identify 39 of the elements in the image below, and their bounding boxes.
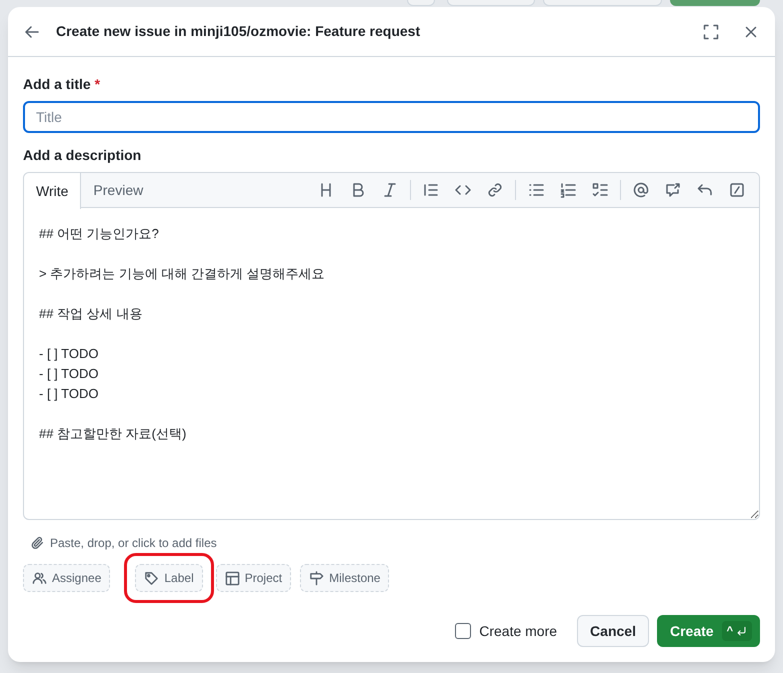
milestone-button[interactable]: Milestone [300, 564, 390, 592]
editor-tab[interactable]: Preview [81, 173, 156, 208]
undo-icon [697, 182, 713, 198]
editor-tab[interactable]: Write [24, 173, 82, 209]
project-button[interactable]: Project [216, 564, 292, 592]
return-key-icon [736, 626, 747, 636]
dialog-title: Create new issue in minji105/ozmovie: Feature request [56, 22, 422, 41]
back-button[interactable] [24, 24, 40, 40]
title-input[interactable]: Title [23, 101, 760, 133]
create-button[interactable]: Create ^ [656, 615, 760, 647]
assignee-button[interactable]: Assignee [23, 564, 110, 592]
cancel-button[interactable]: Cancel [577, 615, 649, 647]
people-icon [32, 570, 47, 586]
italic-icon [382, 182, 398, 198]
ctrl-key-label: ^ [726, 624, 733, 639]
label-button[interactable]: Label [135, 564, 203, 592]
signpost-icon [309, 570, 324, 586]
cross-reference-icon [665, 182, 681, 198]
title-label: Add a title [23, 75, 91, 94]
create-label: Create [670, 622, 714, 640]
create-more-checkbox[interactable] [455, 623, 472, 639]
numbered-list-icon [560, 182, 576, 198]
slash-command-icon [729, 182, 745, 198]
back-arrow-icon [24, 24, 40, 40]
description-label: Add a description [23, 146, 142, 165]
quote-icon [423, 182, 439, 198]
link-icon [487, 182, 503, 198]
tag-icon [144, 570, 160, 586]
paperclip-icon [31, 536, 45, 550]
fullscreen-button[interactable] [703, 24, 719, 40]
table-icon [224, 570, 240, 586]
create-more-label: Create more [479, 622, 558, 640]
attach-files-hint: Paste, drop, or click to add files [50, 535, 217, 552]
mention-icon [633, 182, 649, 198]
description-editor[interactable]: Write Preview ## 어떤 기능인가요? > 추가하려는 기능에 대해 간결하게 설명해주세요 ## 작업 상세 내용 - [ ] TODO - [ ] TODO - [ ] TODO ## 참고할만한 자료(선택) [23, 172, 760, 520]
task-list-icon [592, 182, 608, 198]
required-mark: * [94, 75, 100, 94]
bulleted-list-icon [528, 182, 544, 198]
expand-corners-icon [703, 24, 719, 40]
